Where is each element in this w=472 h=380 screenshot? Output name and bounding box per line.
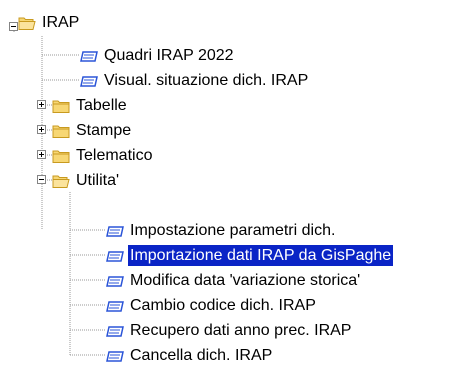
node-label: Visual. situazione dich. IRAP	[104, 72, 309, 89]
tree-node-utilita[interactable]: Utilita'	[52, 168, 121, 193]
form-icon	[106, 225, 124, 237]
node-label: Quadri IRAP 2022	[104, 47, 234, 64]
node-label: Cancella dich. IRAP	[130, 347, 273, 364]
node-label: Cambio codice dich. IRAP	[130, 297, 316, 314]
form-icon	[106, 250, 124, 262]
node-label: Utilita'	[76, 172, 120, 189]
node-label-selected: Importazione dati IRAP da GisPaghe	[128, 245, 394, 266]
form-icon	[80, 75, 98, 87]
form-icon	[106, 350, 124, 362]
tree-node-stampe[interactable]: Stampe	[52, 118, 133, 143]
folder-closed-icon	[52, 150, 70, 163]
form-icon	[80, 50, 98, 62]
form-icon	[106, 300, 124, 312]
expand-toggle-tabelle[interactable]	[37, 100, 46, 109]
node-label: Stampe	[76, 122, 132, 139]
expand-toggle-telematico[interactable]	[37, 150, 46, 159]
folder-open-icon	[18, 17, 36, 30]
tree-node-cancella-dich[interactable]: Cancella dich. IRAP	[106, 343, 274, 368]
tree-node-modifica-data[interactable]: Modifica data 'variazione storica'	[106, 268, 362, 293]
folder-open-icon	[52, 175, 70, 188]
form-icon	[106, 275, 124, 287]
node-label: Tabelle	[76, 97, 127, 114]
tree-node-telematico[interactable]: Telematico	[52, 143, 154, 168]
tree-node-irap[interactable]: IRAP	[18, 10, 81, 35]
folder-closed-icon	[52, 125, 70, 138]
node-label: Impostazione parametri dich.	[130, 222, 336, 239]
form-icon	[106, 325, 124, 337]
node-label: Recupero dati anno prec. IRAP	[130, 322, 352, 339]
node-label: IRAP	[42, 14, 80, 31]
tree-node-impostazione-parametri[interactable]: Impostazione parametri dich.	[106, 218, 337, 243]
navigation-tree: IRAP Quadri IRAP 2022 Visual. situazione…	[0, 0, 472, 380]
tree-node-recupero-dati[interactable]: Recupero dati anno prec. IRAP	[106, 318, 353, 343]
tree-node-importazione-dati[interactable]: Importazione dati IRAP da GisPaghe	[106, 243, 394, 268]
expand-toggle-stampe[interactable]	[37, 125, 46, 134]
collapse-toggle-irap[interactable]	[9, 22, 18, 31]
collapse-toggle-utilita[interactable]	[37, 175, 46, 184]
tree-node-cambio-codice[interactable]: Cambio codice dich. IRAP	[106, 293, 318, 318]
tree-node-quadri-irap-2022[interactable]: Quadri IRAP 2022	[80, 43, 236, 68]
node-label: Telematico	[76, 147, 153, 164]
node-label: Modifica data 'variazione storica'	[130, 272, 361, 289]
folder-closed-icon	[52, 100, 70, 113]
tree-node-tabelle[interactable]: Tabelle	[52, 93, 129, 118]
tree-node-visual-situazione[interactable]: Visual. situazione dich. IRAP	[80, 68, 310, 93]
